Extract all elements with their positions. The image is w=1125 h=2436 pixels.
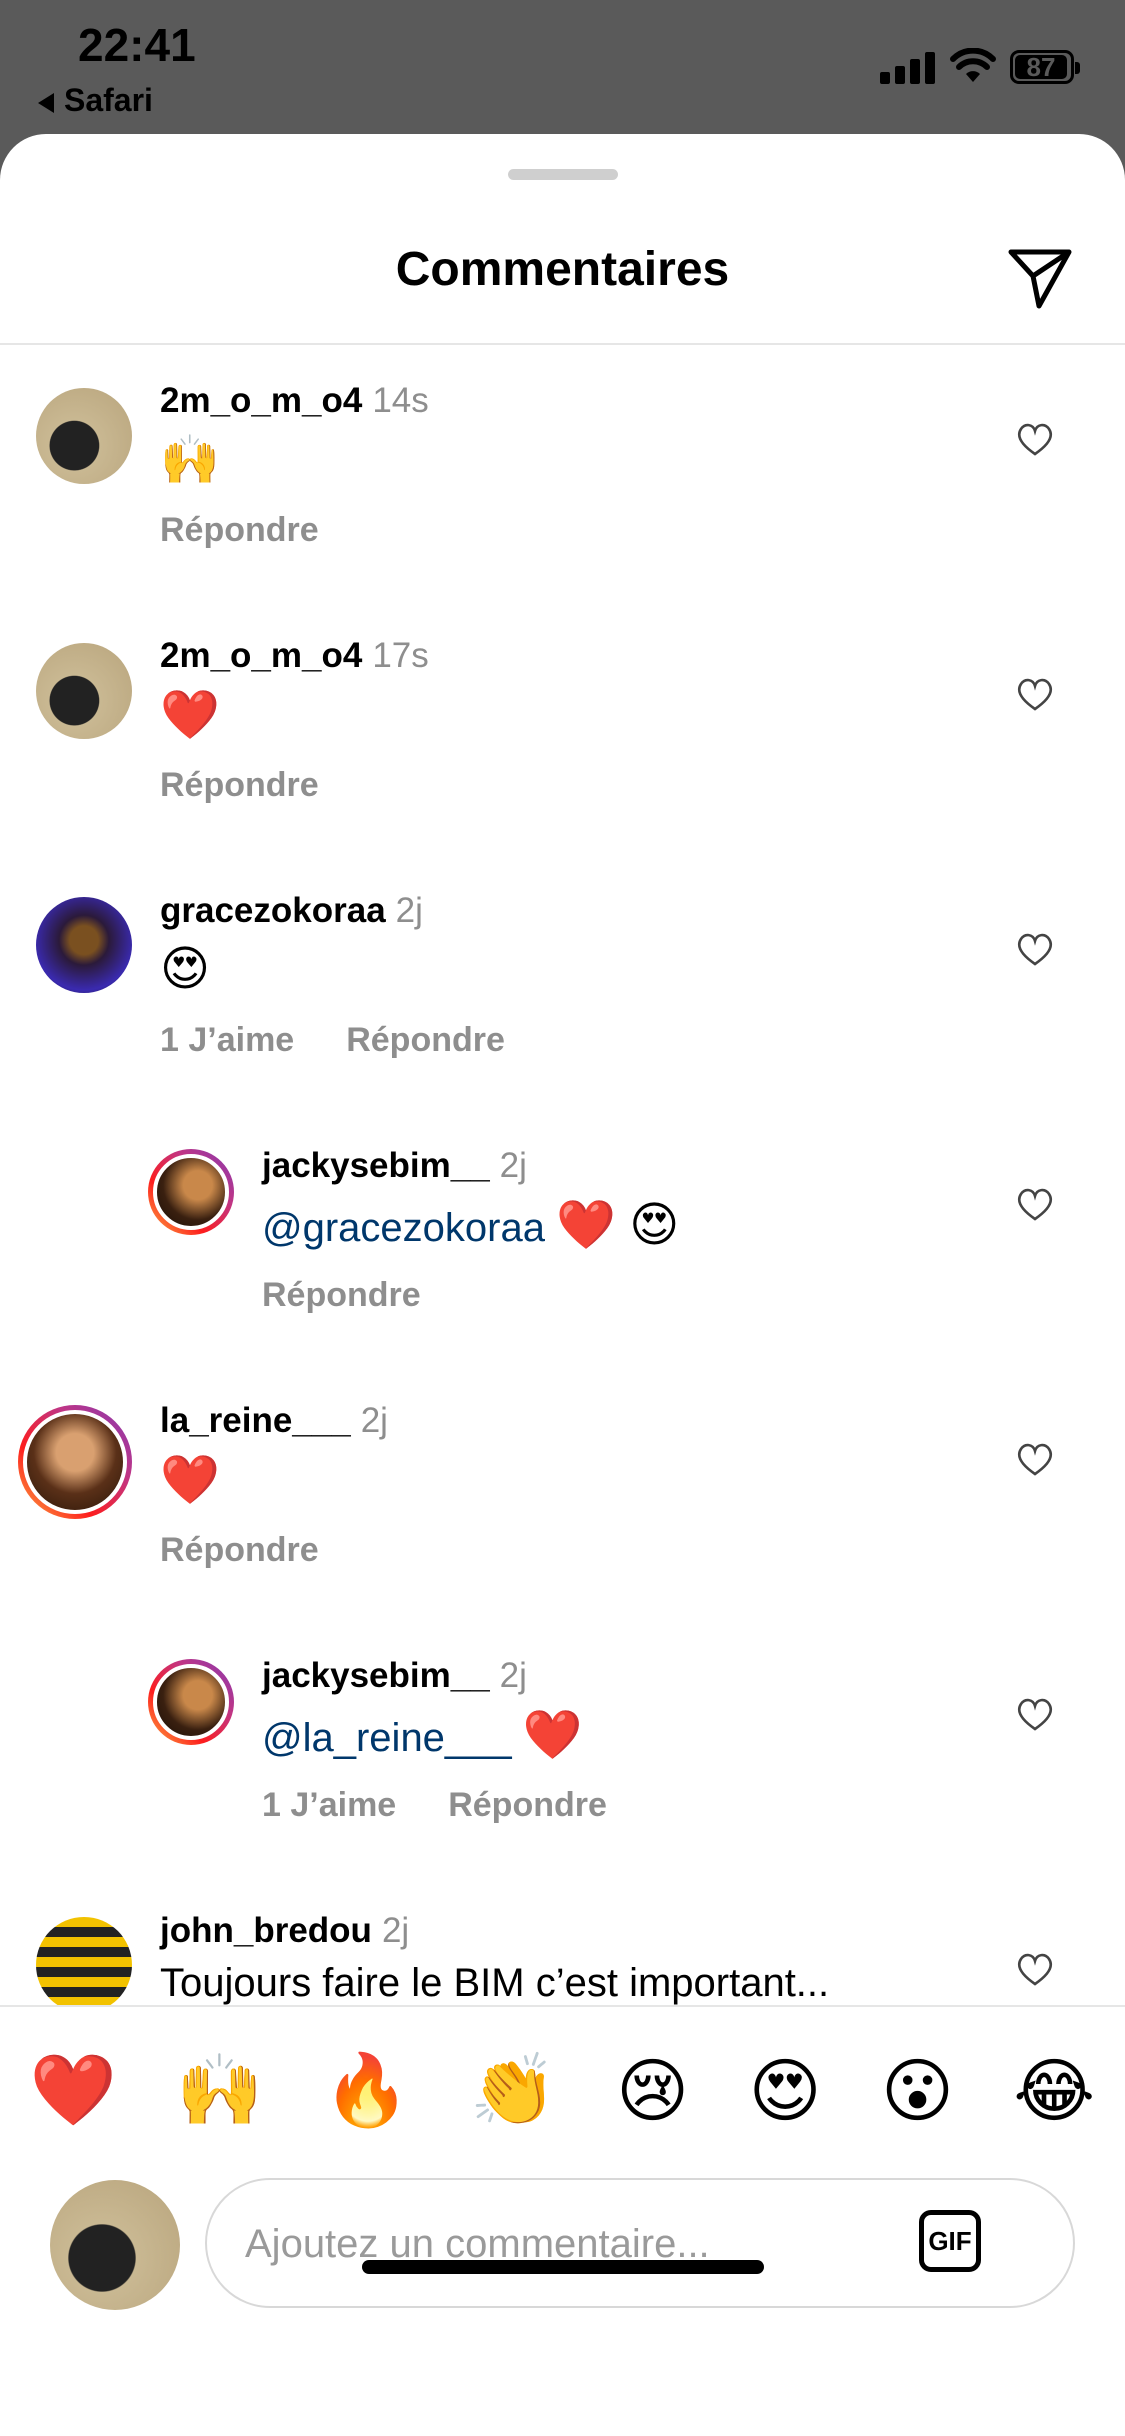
comment-actions: Répondre bbox=[160, 511, 319, 550]
comment-actions: Répondre bbox=[160, 766, 319, 805]
heart-icon[interactable] bbox=[1015, 1951, 1055, 1987]
heart-icon[interactable] bbox=[1015, 1441, 1055, 1477]
avatar[interactable] bbox=[148, 1149, 234, 1235]
comment-input-container: GIF bbox=[205, 2178, 1075, 2308]
reaction-heart[interactable]: ❤️ bbox=[30, 2050, 117, 2130]
heart-icon[interactable] bbox=[1015, 421, 1055, 457]
avatar[interactable] bbox=[36, 388, 132, 484]
mention-link[interactable]: @la_reine___ bbox=[262, 1716, 512, 1760]
comment-username[interactable]: john_bredou 2j bbox=[160, 1911, 409, 1951]
reply-button[interactable]: Répondre bbox=[160, 511, 319, 549]
avatar[interactable] bbox=[36, 1917, 132, 2006]
heart-icon[interactable] bbox=[1015, 1186, 1055, 1222]
comment-username[interactable]: 2m_o_m_o4 14s bbox=[160, 381, 429, 421]
avatar[interactable] bbox=[18, 1405, 132, 1519]
reaction-surprised[interactable]: 😮 bbox=[881, 2050, 954, 2130]
avatar[interactable] bbox=[148, 1659, 234, 1745]
quick-reactions: ❤️ 🙌 🔥 👏 😢 😍 😮 😂 bbox=[0, 2050, 1125, 2130]
battery-level: 87 bbox=[1015, 54, 1067, 80]
battery-icon: 87 bbox=[1010, 50, 1080, 84]
reply-button[interactable]: Répondre bbox=[262, 1276, 421, 1314]
sheet-grabber[interactable] bbox=[508, 169, 618, 180]
back-to-safari[interactable]: Safari bbox=[38, 82, 153, 119]
back-arrow-icon bbox=[38, 92, 54, 113]
gif-button[interactable]: GIF bbox=[919, 2210, 981, 2272]
composer-avatar bbox=[50, 2180, 180, 2310]
like-count[interactable]: 1 J’aime bbox=[160, 1021, 294, 1059]
composer-divider bbox=[0, 2005, 1125, 2007]
reply-button[interactable]: Répondre bbox=[448, 1786, 607, 1824]
heart-icon[interactable] bbox=[1015, 676, 1055, 712]
wifi-icon bbox=[950, 48, 996, 82]
heart-icon[interactable] bbox=[1015, 931, 1055, 967]
comment-username[interactable]: jackysebim__ 2j bbox=[262, 1656, 527, 1696]
reply-button[interactable]: Répondre bbox=[160, 1531, 319, 1569]
like-count[interactable]: 1 J’aime bbox=[262, 1786, 396, 1824]
comment-username[interactable]: la_reine___ 2j bbox=[160, 1401, 388, 1441]
comment-list[interactable]: 2m_o_m_o4 14s 🙌 Répondre 2m_o_m_o4 17s ❤️ … bbox=[0, 211, 1125, 2006]
reaction-crying[interactable]: 😢 bbox=[616, 2050, 689, 2130]
status-time: 22:41 bbox=[78, 19, 196, 71]
cellular-signal-icon bbox=[880, 52, 936, 84]
reaction-heart-eyes[interactable]: 😍 bbox=[749, 2050, 822, 2130]
reaction-laughing[interactable]: 😂 bbox=[1013, 2050, 1095, 2130]
comment-username[interactable]: jackysebim__ 2j bbox=[262, 1146, 527, 1186]
comment-username[interactable]: 2m_o_m_o4 17s bbox=[160, 636, 429, 676]
reply-button[interactable]: Répondre bbox=[346, 1021, 505, 1059]
avatar[interactable] bbox=[36, 897, 132, 993]
back-app-label: Safari bbox=[64, 82, 153, 118]
status-bar: 22:41 Safari 87 bbox=[0, 0, 1125, 140]
reaction-clap[interactable]: 👏 bbox=[470, 2050, 557, 2130]
comment-text: 🙌 bbox=[160, 434, 220, 487]
comment-text: ❤️ bbox=[160, 1454, 220, 1507]
comment-actions: Répondre bbox=[262, 1276, 421, 1315]
reaction-fire[interactable]: 🔥 bbox=[323, 2050, 410, 2130]
heart-icon[interactable] bbox=[1015, 1696, 1055, 1732]
comment-text: 😍 bbox=[160, 943, 211, 996]
comment-text: Toujours faire le BIM c’est important... bbox=[160, 1961, 830, 2005]
reaction-raised-hands[interactable]: 🙌 bbox=[176, 2050, 263, 2130]
comment-username[interactable]: gracezokoraa 2j bbox=[160, 891, 423, 931]
comment-text: ❤️ bbox=[160, 689, 220, 742]
comment-actions: Répondre bbox=[160, 1531, 319, 1570]
mention-link[interactable]: @gracezokoraa bbox=[262, 1206, 545, 1250]
comment-text: @gracezokoraa ❤️ 😍 bbox=[262, 1199, 680, 1252]
comment-text: @la_reine___ ❤️ bbox=[262, 1709, 583, 1762]
comment-actions: 1 J’aime Répondre bbox=[262, 1786, 607, 1825]
comment-actions: 1 J’aime Répondre bbox=[160, 1021, 505, 1060]
reply-button[interactable]: Répondre bbox=[160, 766, 319, 804]
avatar[interactable] bbox=[36, 643, 132, 739]
home-indicator[interactable] bbox=[362, 2260, 764, 2274]
